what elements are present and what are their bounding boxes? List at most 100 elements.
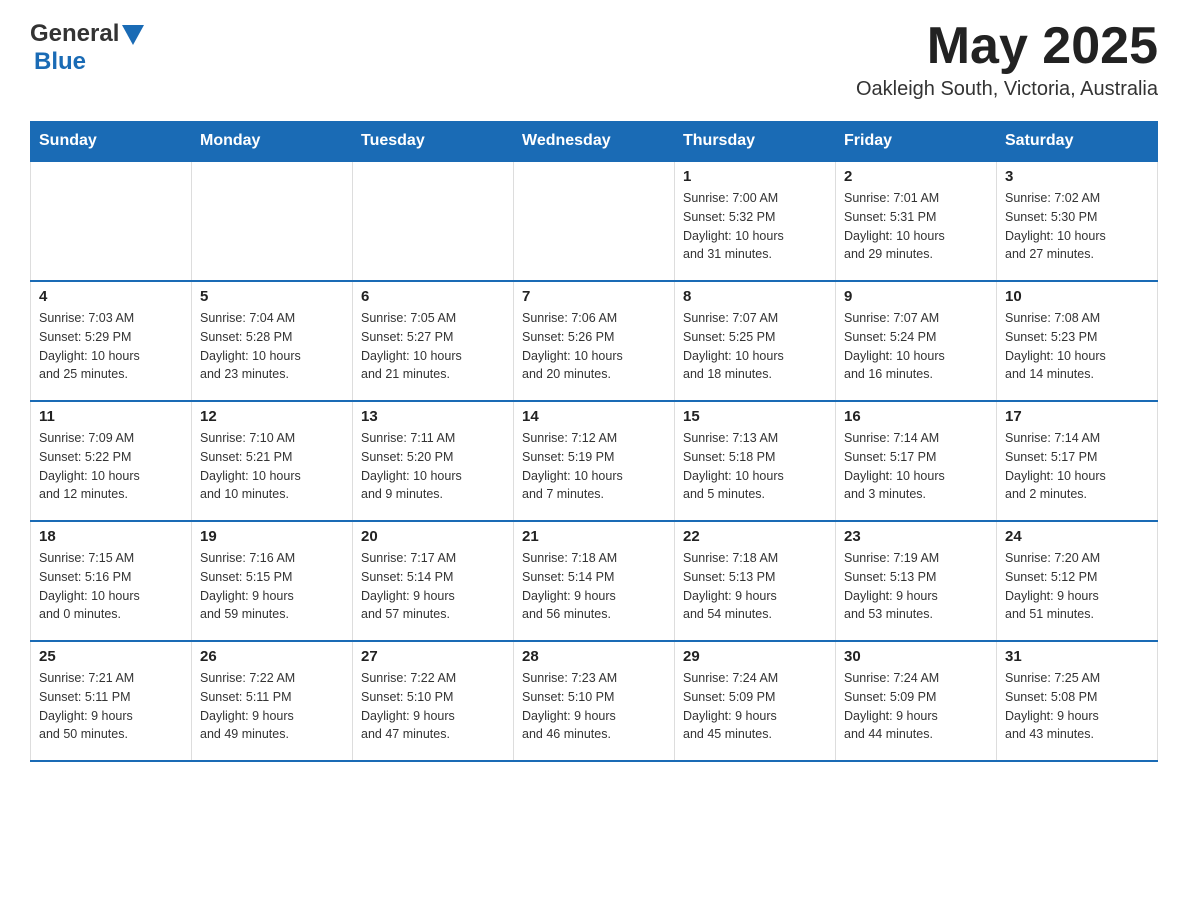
day-number: 17 [1005,408,1149,425]
day-info: Sunrise: 7:22 AM Sunset: 5:10 PM Dayligh… [361,669,505,744]
day-info: Sunrise: 7:24 AM Sunset: 5:09 PM Dayligh… [683,669,827,744]
calendar-cell: 13 Sunrise: 7:11 AM Sunset: 5:20 PM Dayli… [353,401,514,521]
logo-triangle-icon [122,25,144,45]
day-info: Sunrise: 7:23 AM Sunset: 5:10 PM Dayligh… [522,669,666,744]
day-number: 30 [844,648,988,665]
day-number: 16 [844,408,988,425]
day-number: 18 [39,528,183,545]
day-info: Sunrise: 7:19 AM Sunset: 5:13 PM Dayligh… [844,549,988,624]
calendar-cell: 16 Sunrise: 7:14 AM Sunset: 5:17 PM Dayli… [836,401,997,521]
day-number: 2 [844,168,988,185]
calendar-table: SundayMondayTuesdayWednesdayThursdayFrid… [30,121,1158,762]
calendar-cell [514,161,675,281]
calendar-cell: 22 Sunrise: 7:18 AM Sunset: 5:13 PM Dayli… [675,521,836,641]
logo: General Blue [30,20,144,76]
week-row-2: 4 Sunrise: 7:03 AM Sunset: 5:29 PM Daylig… [31,281,1158,401]
page-header: General Blue May 2025 Oakleigh South, Vi… [30,20,1158,101]
day-number: 3 [1005,168,1149,185]
weekday-header-saturday: Saturday [997,122,1158,162]
day-number: 15 [683,408,827,425]
calendar-cell [192,161,353,281]
weekday-header-tuesday: Tuesday [353,122,514,162]
day-info: Sunrise: 7:18 AM Sunset: 5:13 PM Dayligh… [683,549,827,624]
day-number: 28 [522,648,666,665]
day-info: Sunrise: 7:18 AM Sunset: 5:14 PM Dayligh… [522,549,666,624]
weekday-header-wednesday: Wednesday [514,122,675,162]
day-number: 9 [844,288,988,305]
calendar-body: 1 Sunrise: 7:00 AM Sunset: 5:32 PM Daylig… [31,161,1158,761]
day-info: Sunrise: 7:11 AM Sunset: 5:20 PM Dayligh… [361,429,505,504]
day-number: 22 [683,528,827,545]
calendar-cell: 21 Sunrise: 7:18 AM Sunset: 5:14 PM Dayli… [514,521,675,641]
day-info: Sunrise: 7:24 AM Sunset: 5:09 PM Dayligh… [844,669,988,744]
day-number: 10 [1005,288,1149,305]
day-number: 23 [844,528,988,545]
calendar-cell: 2 Sunrise: 7:01 AM Sunset: 5:31 PM Daylig… [836,161,997,281]
calendar-cell: 19Sunrise: 7:16 AM Sunset: 5:15 PM Dayli… [192,521,353,641]
day-info: Sunrise: 7:08 AM Sunset: 5:23 PM Dayligh… [1005,309,1149,384]
day-info: Sunrise: 7:22 AM Sunset: 5:11 PM Dayligh… [200,669,344,744]
day-info: Sunrise: 7:10 AM Sunset: 5:21 PM Dayligh… [200,429,344,504]
day-info: Sunrise: 7:00 AM Sunset: 5:32 PM Dayligh… [683,189,827,264]
logo-blue-text: Blue [34,48,86,75]
title-area: May 2025 Oakleigh South, Victoria, Austr… [856,20,1158,101]
calendar-cell: 20Sunrise: 7:17 AM Sunset: 5:14 PM Dayli… [353,521,514,641]
calendar-cell: 12 Sunrise: 7:10 AM Sunset: 5:21 PM Dayli… [192,401,353,521]
day-number: 24 [1005,528,1149,545]
day-info: Sunrise: 7:09 AM Sunset: 5:22 PM Dayligh… [39,429,183,504]
week-row-1: 1 Sunrise: 7:00 AM Sunset: 5:32 PM Daylig… [31,161,1158,281]
day-info: Sunrise: 7:01 AM Sunset: 5:31 PM Dayligh… [844,189,988,264]
month-title: May 2025 [856,20,1158,72]
calendar-cell: 29 Sunrise: 7:24 AM Sunset: 5:09 PM Dayli… [675,641,836,761]
day-info: Sunrise: 7:25 AM Sunset: 5:08 PM Dayligh… [1005,669,1149,744]
calendar-cell: 26 Sunrise: 7:22 AM Sunset: 5:11 PM Dayli… [192,641,353,761]
calendar-cell: 1 Sunrise: 7:00 AM Sunset: 5:32 PM Daylig… [675,161,836,281]
calendar-cell: 31 Sunrise: 7:25 AM Sunset: 5:08 PM Dayli… [997,641,1158,761]
calendar-cell: 4 Sunrise: 7:03 AM Sunset: 5:29 PM Daylig… [31,281,192,401]
day-info: Sunrise: 7:14 AM Sunset: 5:17 PM Dayligh… [1005,429,1149,504]
day-info: Sunrise: 7:15 AM Sunset: 5:16 PM Dayligh… [39,549,183,624]
day-number: 6 [361,288,505,305]
calendar-cell: 11 Sunrise: 7:09 AM Sunset: 5:22 PM Dayli… [31,401,192,521]
calendar-cell: 23 Sunrise: 7:19 AM Sunset: 5:13 PM Dayli… [836,521,997,641]
day-number: 7 [522,288,666,305]
weekday-header-thursday: Thursday [675,122,836,162]
day-number: 20 [361,528,505,545]
day-info: Sunrise: 7:16 AM Sunset: 5:15 PM Dayligh… [200,549,344,624]
day-number: 27 [361,648,505,665]
weekday-header-row: SundayMondayTuesdayWednesdayThursdayFrid… [31,122,1158,162]
day-number: 14 [522,408,666,425]
calendar-cell: 8Sunrise: 7:07 AM Sunset: 5:25 PM Daylig… [675,281,836,401]
day-number: 29 [683,648,827,665]
day-number: 1 [683,168,827,185]
day-number: 13 [361,408,505,425]
calendar-cell: 24 Sunrise: 7:20 AM Sunset: 5:12 PM Dayli… [997,521,1158,641]
day-info: Sunrise: 7:21 AM Sunset: 5:11 PM Dayligh… [39,669,183,744]
location-text: Oakleigh South, Victoria, Australia [856,78,1158,101]
calendar-header: SundayMondayTuesdayWednesdayThursdayFrid… [31,122,1158,162]
week-row-5: 25 Sunrise: 7:21 AM Sunset: 5:11 PM Dayli… [31,641,1158,761]
calendar-cell [31,161,192,281]
day-info: Sunrise: 7:13 AM Sunset: 5:18 PM Dayligh… [683,429,827,504]
day-number: 25 [39,648,183,665]
day-info: Sunrise: 7:14 AM Sunset: 5:17 PM Dayligh… [844,429,988,504]
calendar-cell: 5Sunrise: 7:04 AM Sunset: 5:28 PM Daylig… [192,281,353,401]
weekday-header-friday: Friday [836,122,997,162]
day-info: Sunrise: 7:07 AM Sunset: 5:25 PM Dayligh… [683,309,827,384]
day-number: 31 [1005,648,1149,665]
day-number: 11 [39,408,183,425]
day-info: Sunrise: 7:02 AM Sunset: 5:30 PM Dayligh… [1005,189,1149,264]
calendar-cell: 28 Sunrise: 7:23 AM Sunset: 5:10 PM Dayli… [514,641,675,761]
weekday-header-sunday: Sunday [31,122,192,162]
calendar-cell: 3 Sunrise: 7:02 AM Sunset: 5:30 PM Daylig… [997,161,1158,281]
day-number: 21 [522,528,666,545]
calendar-cell: 25 Sunrise: 7:21 AM Sunset: 5:11 PM Dayli… [31,641,192,761]
day-number: 4 [39,288,183,305]
calendar-cell [353,161,514,281]
calendar-cell: 9 Sunrise: 7:07 AM Sunset: 5:24 PM Daylig… [836,281,997,401]
day-number: 26 [200,648,344,665]
day-info: Sunrise: 7:03 AM Sunset: 5:29 PM Dayligh… [39,309,183,384]
day-info: Sunrise: 7:20 AM Sunset: 5:12 PM Dayligh… [1005,549,1149,624]
day-number: 12 [200,408,344,425]
day-info: Sunrise: 7:07 AM Sunset: 5:24 PM Dayligh… [844,309,988,384]
